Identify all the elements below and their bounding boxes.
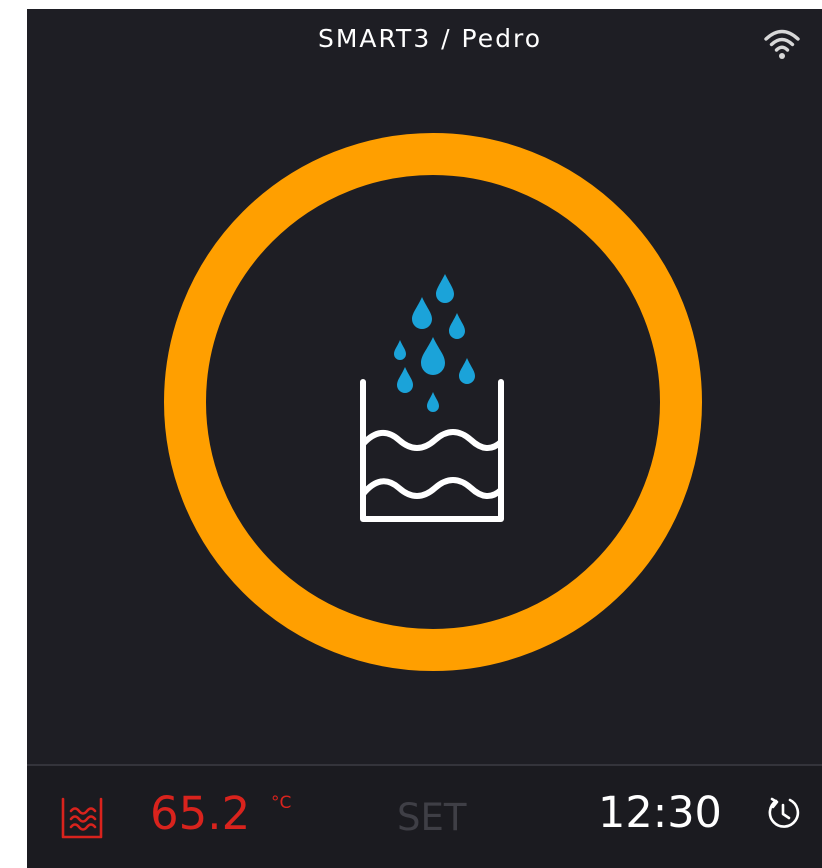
clock-time: 12:30 <box>598 788 722 838</box>
device-screen: SMART3 / Pedro 65.2 °C SET 12:30 <box>27 9 822 868</box>
water-bath-icon <box>61 797 103 839</box>
timer-icon[interactable] <box>766 796 800 830</box>
temperature-unit: °C <box>271 793 292 813</box>
wifi-icon <box>764 29 800 59</box>
bath-temperature: 65.2 <box>150 787 251 840</box>
device-title: SMART3 / Pedro <box>317 24 543 53</box>
set-button[interactable]: SET <box>397 794 466 842</box>
status-bar: 65.2 °C SET 12:30 <box>27 764 822 868</box>
water-filling-icon <box>360 274 504 522</box>
